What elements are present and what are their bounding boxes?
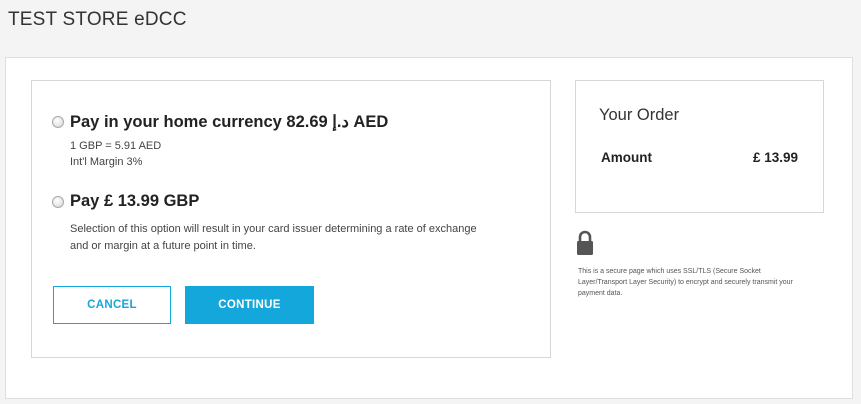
- lock-icon: [576, 230, 594, 256]
- margin-text: Int'l Margin 3%: [70, 156, 143, 168]
- amount-value: £ 13.99: [752, 150, 798, 165]
- security-note: This is a secure page which uses SSL/TLS…: [578, 268, 793, 297]
- home-currency-radio[interactable]: [52, 116, 64, 128]
- home-currency-heading[interactable]: Pay in your home currency 82.69 د.إ AED: [70, 112, 388, 132]
- cancel-button[interactable]: CANCEL: [53, 286, 171, 324]
- card-currency-radio[interactable]: [52, 196, 64, 208]
- order-title: Your Order: [599, 106, 680, 124]
- card-currency-description: Selection of this option will result in …: [70, 223, 477, 252]
- card-currency-heading[interactable]: Pay £ 13.99 GBP: [70, 192, 199, 211]
- continue-button[interactable]: CONTINUE: [185, 286, 314, 324]
- currency-options-card: Pay in your home currency 82.69 د.إ AED …: [31, 80, 551, 358]
- amount-label: Amount: [601, 150, 652, 165]
- exchange-rate-text: 1 GBP = 5.91 AED: [70, 140, 162, 152]
- order-summary-card: Your Order Amount £ 13.99: [575, 80, 824, 213]
- store-title: TEST STORE eDCC: [8, 9, 187, 30]
